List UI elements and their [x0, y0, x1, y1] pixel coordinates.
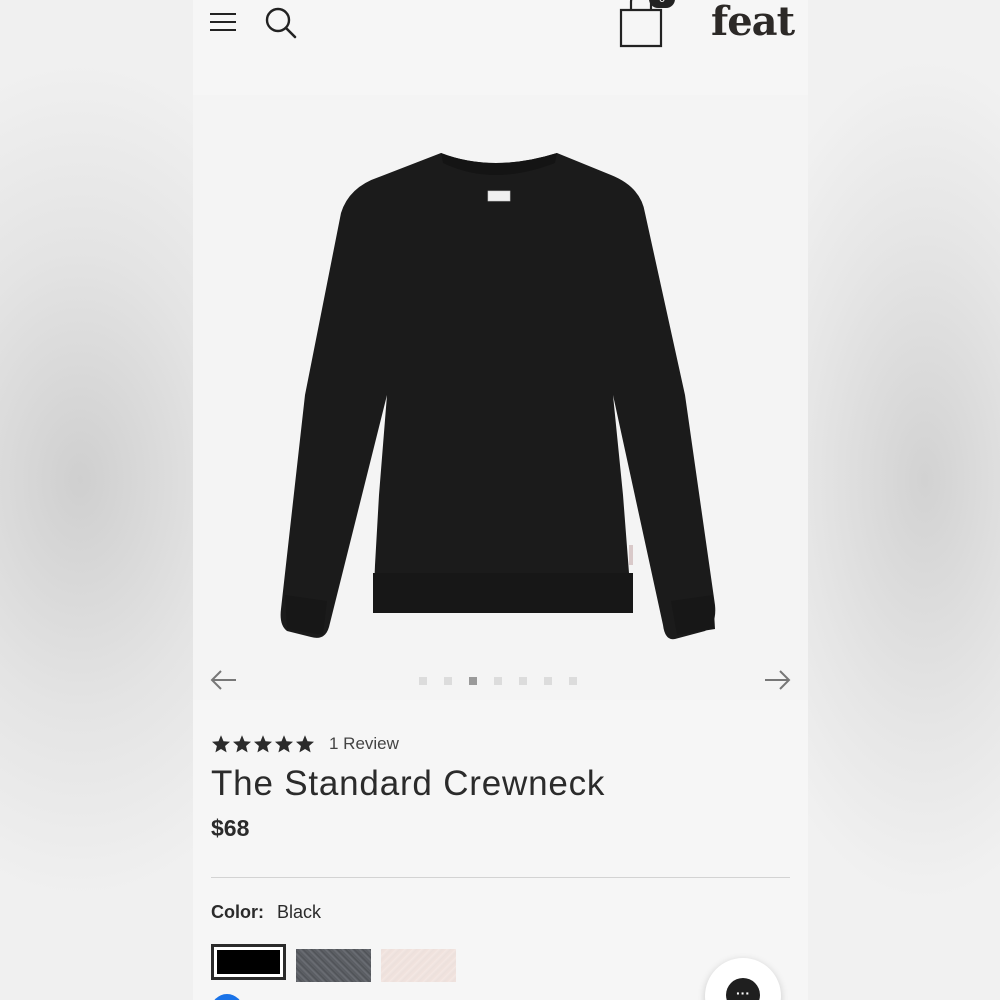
star-rating — [211, 734, 315, 754]
sweatshirt-illustration — [280, 153, 716, 640]
product-rating: 1 Review — [211, 734, 399, 754]
chat-icon: ··· — [726, 978, 760, 1000]
gallery-dot[interactable] — [444, 677, 452, 685]
gallery-dot-active[interactable] — [469, 677, 477, 685]
gallery-prev-arrow-icon[interactable] — [210, 668, 238, 692]
review-count-link[interactable]: 1 Review — [329, 734, 399, 754]
site-header: 0 feat — [193, 0, 808, 95]
product-title: The Standard Crewneck — [211, 764, 606, 803]
swatch-blush[interactable] — [381, 949, 456, 982]
brand-logo[interactable]: feat — [711, 0, 795, 45]
swatch-black[interactable] — [211, 944, 286, 980]
star-icon — [212, 735, 230, 753]
gallery-dot[interactable] — [494, 677, 502, 685]
gallery-dot[interactable] — [419, 677, 427, 685]
selected-color-value: Black — [277, 902, 322, 922]
star-icon — [296, 735, 314, 753]
chat-button[interactable]: ··· — [705, 958, 781, 1000]
product-price: $68 — [211, 815, 250, 841]
star-icon — [275, 735, 293, 753]
swatch-heather-grey[interactable] — [296, 949, 371, 982]
star-icon — [254, 735, 272, 753]
gallery-dot[interactable] — [519, 677, 527, 685]
star-icon — [233, 735, 251, 753]
color-selector-label: Color: Black — [211, 902, 321, 923]
product-image — [193, 95, 808, 700]
color-label: Color: — [211, 902, 264, 922]
gallery-dot[interactable] — [569, 677, 577, 685]
product-page: 0 feat — [193, 0, 808, 1000]
blurred-backdrop-right — [805, 0, 1000, 1000]
gallery-dot[interactable] — [544, 677, 552, 685]
gallery-dots — [419, 677, 577, 685]
search-icon[interactable] — [263, 4, 299, 40]
accessibility-badge-icon[interactable] — [211, 994, 243, 1000]
cart-count-badge: 0 — [649, 0, 675, 8]
divider — [211, 877, 790, 878]
color-swatches — [211, 944, 456, 982]
gallery-next-arrow-icon[interactable] — [763, 668, 791, 692]
menu-icon[interactable] — [210, 10, 238, 32]
